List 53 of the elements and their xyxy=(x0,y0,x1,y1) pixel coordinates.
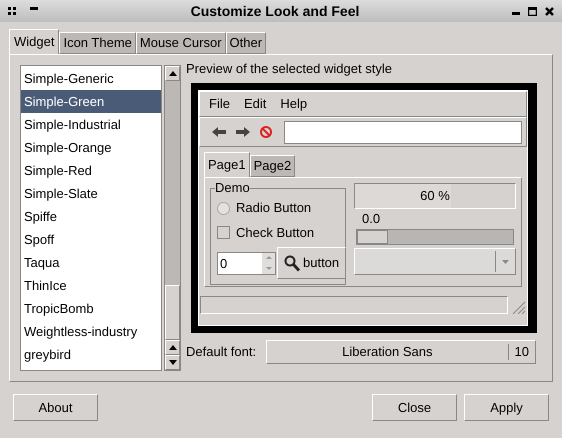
check-label: Check Button xyxy=(236,224,314,242)
maximize-icon[interactable] xyxy=(528,6,537,16)
tab[interactable]: Mouse Cursor xyxy=(136,32,226,54)
list-item[interactable]: Simple-Industrial xyxy=(21,113,161,136)
progress-text: 60 % xyxy=(420,187,450,206)
slider-thumb[interactable] xyxy=(357,230,388,244)
down-arrow-icon[interactable] xyxy=(168,360,176,365)
font-label: Default font: xyxy=(186,343,256,362)
list-item[interactable]: Weightless-industry xyxy=(21,320,161,343)
caret-icon xyxy=(502,260,509,264)
up-arrow-icon[interactable] xyxy=(168,71,176,76)
radio-label: Radio Button xyxy=(236,199,312,218)
back-arrow-icon[interactable] xyxy=(212,127,226,137)
list-item[interactable]: Spiffe xyxy=(21,205,161,228)
list-item[interactable]: Simple-Orange xyxy=(21,136,161,159)
checkbox[interactable] xyxy=(217,226,230,239)
scrollbar-thumb[interactable] xyxy=(165,285,180,340)
list-item[interactable]: Simple-Slate xyxy=(21,182,161,205)
scrollbar[interactable] xyxy=(164,65,181,371)
apply-button[interactable]: Apply xyxy=(464,394,549,421)
tab[interactable]: Page1 xyxy=(204,152,250,177)
close-icon[interactable] xyxy=(545,6,554,16)
grip-icon[interactable] xyxy=(8,7,16,15)
forward-arrow-icon[interactable] xyxy=(236,127,250,137)
list-item[interactable]: Simple-Green xyxy=(21,90,161,113)
list-item[interactable]: Simple-Generic xyxy=(21,67,161,90)
stop-icon[interactable] xyxy=(260,126,272,138)
font-button[interactable]: Liberation Sans 10 xyxy=(266,340,536,364)
menu-item[interactable]: Help xyxy=(280,94,308,114)
radio-button[interactable] xyxy=(217,202,230,214)
menu-item[interactable]: Edit xyxy=(244,94,266,114)
preview-label: Preview of the selected widget style xyxy=(186,61,393,77)
address-field[interactable] xyxy=(284,120,522,144)
shade-icon[interactable] xyxy=(30,6,38,10)
tab[interactable]: Page2 xyxy=(250,155,296,177)
up-arrow-icon[interactable] xyxy=(168,345,176,350)
list-item[interactable]: ThinIce xyxy=(21,274,161,297)
dropdown[interactable] xyxy=(354,248,516,275)
tab[interactable]: Other xyxy=(226,32,266,54)
slider-value: 0.0 xyxy=(362,210,382,228)
search-icon xyxy=(284,254,300,272)
menu-item[interactable]: File xyxy=(209,94,230,114)
list-item[interactable]: Taqua xyxy=(21,251,161,274)
tab[interactable]: Widget xyxy=(9,29,60,54)
tab[interactable]: Icon Theme xyxy=(59,32,136,54)
search-button[interactable]: button xyxy=(277,247,346,279)
list-item[interactable]: Spoff xyxy=(21,228,161,251)
list-item[interactable]: TropicBomb xyxy=(21,297,161,320)
close-button[interactable]: Close xyxy=(372,394,457,421)
list-item[interactable]: greybird xyxy=(21,343,161,366)
about-button[interactable]: About xyxy=(13,394,98,421)
list-item[interactable]: Simple-Red xyxy=(21,159,161,182)
window-title: Customize Look and Feel xyxy=(190,2,360,20)
